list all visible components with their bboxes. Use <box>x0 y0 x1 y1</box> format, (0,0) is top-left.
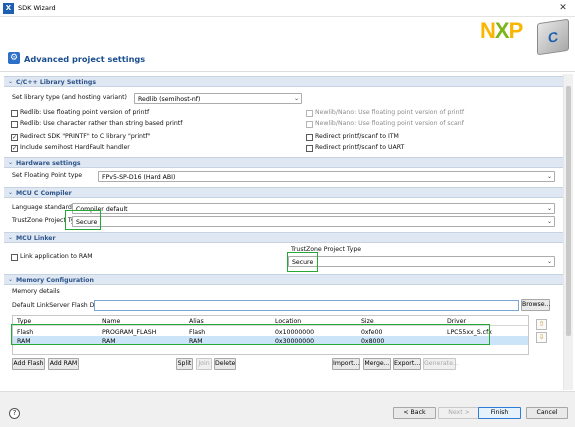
newlib-fp-scanf-label: Newlib/Nano: Use floating point version … <box>315 120 464 127</box>
vertical-scrollbar[interactable] <box>563 74 573 390</box>
window-title: SDK Wizard <box>18 4 56 12</box>
newlib-fp-printf-checkbox[interactable] <box>306 110 313 117</box>
chevron-down-icon: ⌄ <box>8 78 14 85</box>
back-button[interactable]: < Back <box>393 407 436 419</box>
chevron-down-icon: ⌄ <box>546 205 552 212</box>
redirect-sdk-printf-checkbox[interactable]: ✓ <box>11 134 18 141</box>
chevron-down-icon: ⌄ <box>546 218 552 225</box>
chevron-down-icon: ⌄ <box>546 173 552 180</box>
section-linker[interactable]: ⌄ MCU Linker <box>4 232 571 243</box>
help-icon[interactable]: ? <box>9 408 20 419</box>
fp-type-select[interactable]: FPv5-SP-D16 (Hard ABI) ⌄ <box>98 171 555 182</box>
generate-button[interactable]: Generate... <box>423 358 459 370</box>
add-ram-button[interactable]: Add RAM <box>48 358 79 370</box>
export-button[interactable]: Export... <box>393 358 421 370</box>
chevron-down-icon: ⌄ <box>8 234 14 241</box>
link-to-ram-checkbox[interactable] <box>11 254 18 261</box>
section-memory[interactable]: ⌄ Memory Configuration <box>4 274 571 285</box>
library-type-select[interactable]: Redlib (semihost-nf) ⌄ <box>134 93 302 104</box>
browse-button[interactable]: Browse... <box>521 299 550 311</box>
chevron-down-icon: ⌄ <box>546 258 552 265</box>
title-bar <box>0 0 575 17</box>
split-button[interactable]: Split <box>176 358 193 370</box>
page-title: Advanced project settings <box>24 54 146 64</box>
redlib-fp-printf-label: Redlib: Use floating point version of pr… <box>20 109 150 116</box>
highlight-box <box>287 252 318 272</box>
redirect-sdk-printf-label: Redirect SDK "PRINTF" to C library "prin… <box>20 133 151 140</box>
memory-details-label: Memory details <box>12 288 60 295</box>
join-button[interactable]: Join <box>196 358 212 370</box>
nxp-logo: NXP <box>480 18 523 43</box>
newlib-fp-scanf-checkbox[interactable] <box>306 121 313 128</box>
semihost-hardfault-checkbox[interactable]: ✓ <box>11 145 18 152</box>
semihost-hardfault-label: Include semihost HardFault handler <box>20 144 130 151</box>
redirect-itm-checkbox[interactable] <box>306 134 313 141</box>
language-standard-label: Language standard <box>12 204 72 211</box>
chevron-down-icon: ⌄ <box>293 95 299 102</box>
move-down-icon[interactable]: ⇩ <box>536 332 547 343</box>
next-button[interactable]: Next > <box>438 407 480 419</box>
fp-type-label: Set Floating Point type <box>12 172 83 179</box>
linker-trustzone-select[interactable]: Secure ⌄ <box>288 256 555 267</box>
cancel-button[interactable]: Cancel <box>526 407 568 419</box>
import-button[interactable]: Import... <box>332 358 360 370</box>
settings-icon: ⚙ <box>8 52 20 64</box>
close-icon[interactable]: ✕ <box>556 2 570 15</box>
scrollbar-thumb[interactable] <box>566 86 571 336</box>
app-icon: X <box>3 3 14 14</box>
settings-content: ⌄ C/C++ Library Settings Set library typ… <box>0 73 575 391</box>
move-up-icon[interactable]: ⇧ <box>536 319 547 330</box>
finish-button[interactable]: Finish <box>478 407 521 419</box>
redlib-fp-printf-checkbox[interactable] <box>11 110 18 117</box>
sdk-logo-icon: C <box>537 18 569 56</box>
chevron-down-icon: ⌄ <box>8 159 14 166</box>
delete-button[interactable]: Delete <box>214 358 236 370</box>
section-hardware[interactable]: ⌄ Hardware settings <box>4 157 571 168</box>
chevron-down-icon: ⌄ <box>8 276 14 283</box>
chevron-down-icon: ⌄ <box>8 189 14 196</box>
section-compiler[interactable]: ⌄ MCU C Compiler <box>4 187 571 198</box>
highlight-box <box>65 210 101 230</box>
newlib-fp-printf-label: Newlib/Nano: Use floating point version … <box>315 109 465 116</box>
link-to-ram-label: Link application to RAM <box>20 253 93 260</box>
flash-driver-input[interactable] <box>94 300 519 311</box>
redlib-char-printf-label: Redlib: Use character rather than string… <box>20 120 183 127</box>
compiler-trustzone-select[interactable]: Secure ⌄ <box>72 216 555 227</box>
section-library[interactable]: ⌄ C/C++ Library Settings <box>4 76 571 87</box>
merge-button[interactable]: Merge... <box>363 358 391 370</box>
highlight-box <box>11 324 490 345</box>
redirect-uart-label: Redirect printf/scanf to UART <box>315 144 405 151</box>
add-flash-button[interactable]: Add Flash <box>12 358 45 370</box>
redirect-uart-checkbox[interactable] <box>306 145 313 152</box>
redirect-itm-label: Redirect printf/scanf to ITM <box>315 133 399 140</box>
redlib-char-printf-checkbox[interactable] <box>11 121 18 128</box>
library-type-label: Set library type (and hosting variant) <box>12 94 127 101</box>
language-standard-select[interactable]: Compiler default ⌄ <box>72 203 555 214</box>
